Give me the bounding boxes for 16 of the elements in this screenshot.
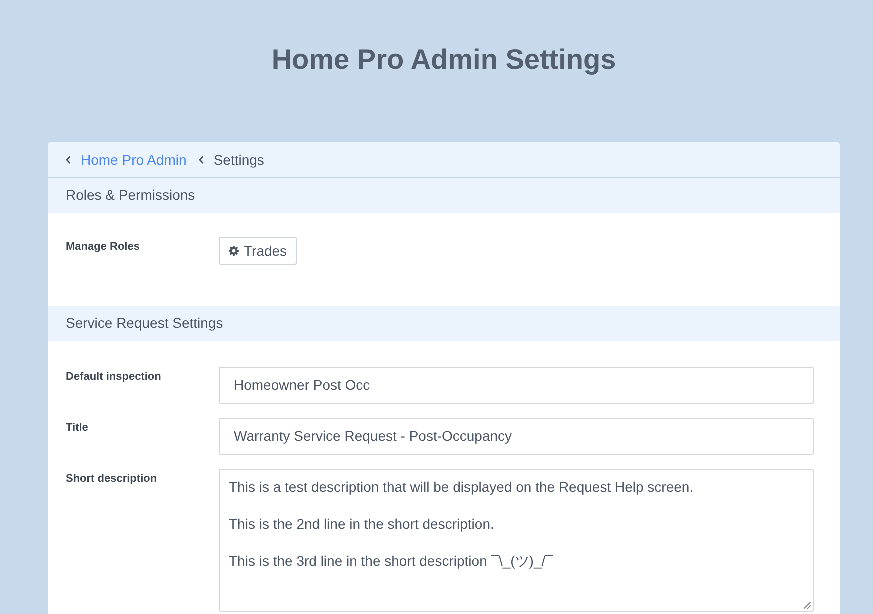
chevron-left-icon bbox=[66, 156, 71, 164]
section-heading: Service Request Settings bbox=[48, 306, 840, 341]
section-heading: Roles & Permissions bbox=[48, 178, 840, 213]
field-label: Title bbox=[66, 421, 90, 434]
text-input-field[interactable]: Homeowner Post Occ bbox=[219, 367, 814, 404]
breadcrumb-current: Settings bbox=[214, 152, 264, 168]
field-label: Short description bbox=[66, 472, 158, 485]
field-label: Default inspection bbox=[66, 370, 162, 383]
trades-button[interactable]: Trades bbox=[219, 237, 298, 265]
page-title: Home Pro Admin Settings bbox=[270, 43, 618, 77]
chevron-left-icon bbox=[198, 156, 204, 164]
field-label: Manage Roles bbox=[66, 240, 141, 253]
gear-icon bbox=[229, 246, 239, 256]
resize-grip-icon bbox=[804, 602, 811, 609]
textarea-field[interactable]: This is a test description that will be displayed on the Request Help screen. This is the 2nd line in the short description. This is the 3rd line in the short description ¯\_(ツ)_/¯ bbox=[219, 469, 814, 612]
text-input-field[interactable]: Warranty Service Request - Post-Occupancy bbox=[219, 418, 814, 455]
